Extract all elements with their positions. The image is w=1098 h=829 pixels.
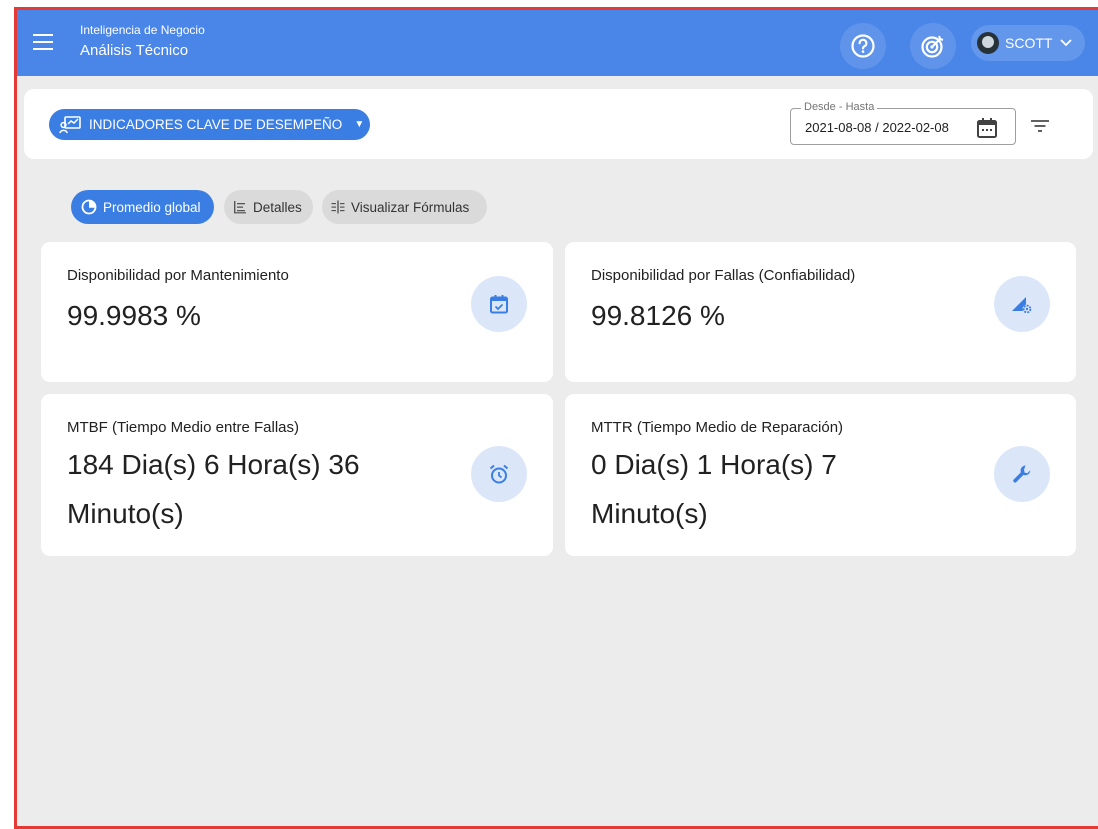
kpi-chart-icon: [59, 115, 81, 134]
alarm-icon: [471, 446, 527, 502]
kpi-card-failure-availability: Disponibilidad por Fallas (Confiabilidad…: [565, 242, 1076, 382]
calendar-check-icon: [471, 276, 527, 332]
filter-icon[interactable]: [1030, 119, 1050, 133]
tab-label: Detalles: [253, 199, 302, 215]
kpi-value: 99.8126 %: [591, 300, 725, 331]
wrench-icon: [994, 446, 1050, 502]
kpi-value: 0 Dia(s) 1 Hora(s) 7: [591, 449, 837, 480]
kpi-value-unit: Minuto(s): [67, 498, 184, 529]
header-title: Análisis Técnico: [80, 42, 189, 59]
frame-top: [14, 7, 1098, 10]
avatar: [977, 32, 999, 54]
left-margin: [0, 0, 14, 829]
kpi-value-unit: Minuto(s): [591, 498, 708, 529]
kpi-selector-label: INDICADORES CLAVE DE DESEMPEÑO: [89, 117, 343, 132]
tab-label: Visualizar Fórmulas: [351, 199, 470, 215]
pie-chart-icon: [81, 199, 97, 215]
date-range-value: 2021-08-08 / 2022-02-08: [805, 120, 949, 135]
help-icon: [851, 34, 875, 58]
tab-promedio-global[interactable]: Promedio global: [71, 190, 214, 224]
caret-down-icon: ▼: [354, 119, 365, 130]
target-icon: [921, 35, 944, 58]
list-icon: [233, 200, 247, 214]
tab-label: Promedio global: [103, 199, 201, 215]
kpi-label: MTBF (Tiempo Medio entre Fallas): [67, 419, 300, 436]
kpi-card-mttr: MTTR (Tiempo Medio de Reparación) 0 Dia(…: [565, 394, 1076, 556]
user-menu[interactable]: SCOTT: [971, 25, 1085, 61]
app-header: Inteligencia de Negocio Análisis Técnico…: [17, 10, 1098, 76]
date-range-label: Desde - Hasta: [801, 101, 878, 113]
help-button[interactable]: [840, 23, 886, 69]
tab-detalles[interactable]: Detalles: [224, 190, 313, 224]
goals-button[interactable]: [910, 23, 956, 69]
kpi-selector-button[interactable]: INDICADORES CLAVE DE DESEMPEÑO ▼: [49, 109, 370, 140]
kpi-label: MTTR (Tiempo Medio de Reparación): [591, 419, 844, 436]
kpi-label: Disponibilidad por Fallas (Confiabilidad…: [591, 267, 856, 284]
tab-visualizar-formulas[interactable]: Visualizar Fórmulas: [322, 190, 487, 224]
frame-left: [14, 7, 17, 829]
menu-icon[interactable]: [33, 34, 53, 50]
header-subtitle: Inteligencia de Negocio: [80, 23, 205, 37]
calendar-icon[interactable]: [976, 117, 998, 139]
kpi-card-maintenance-availability: Disponibilidad por Mantenimiento 99.9983…: [41, 242, 553, 382]
formula-icon: [331, 200, 345, 214]
kpi-value: 184 Dia(s) 6 Hora(s) 36: [67, 449, 360, 480]
filter-panel: INDICADORES CLAVE DE DESEMPEÑO ▼ Desde -…: [24, 89, 1093, 159]
kpi-label: Disponibilidad por Mantenimiento: [67, 267, 289, 284]
signal-gear-icon: [994, 276, 1050, 332]
kpi-card-mtbf: MTBF (Tiempo Medio entre Fallas) 184 Dia…: [41, 394, 553, 556]
kpi-value: 99.9983 %: [67, 300, 201, 331]
chevron-down-icon: [1060, 39, 1073, 47]
user-name: SCOTT: [1005, 35, 1053, 51]
date-range-field[interactable]: Desde - Hasta 2021-08-08 / 2022-02-08: [790, 101, 1016, 145]
